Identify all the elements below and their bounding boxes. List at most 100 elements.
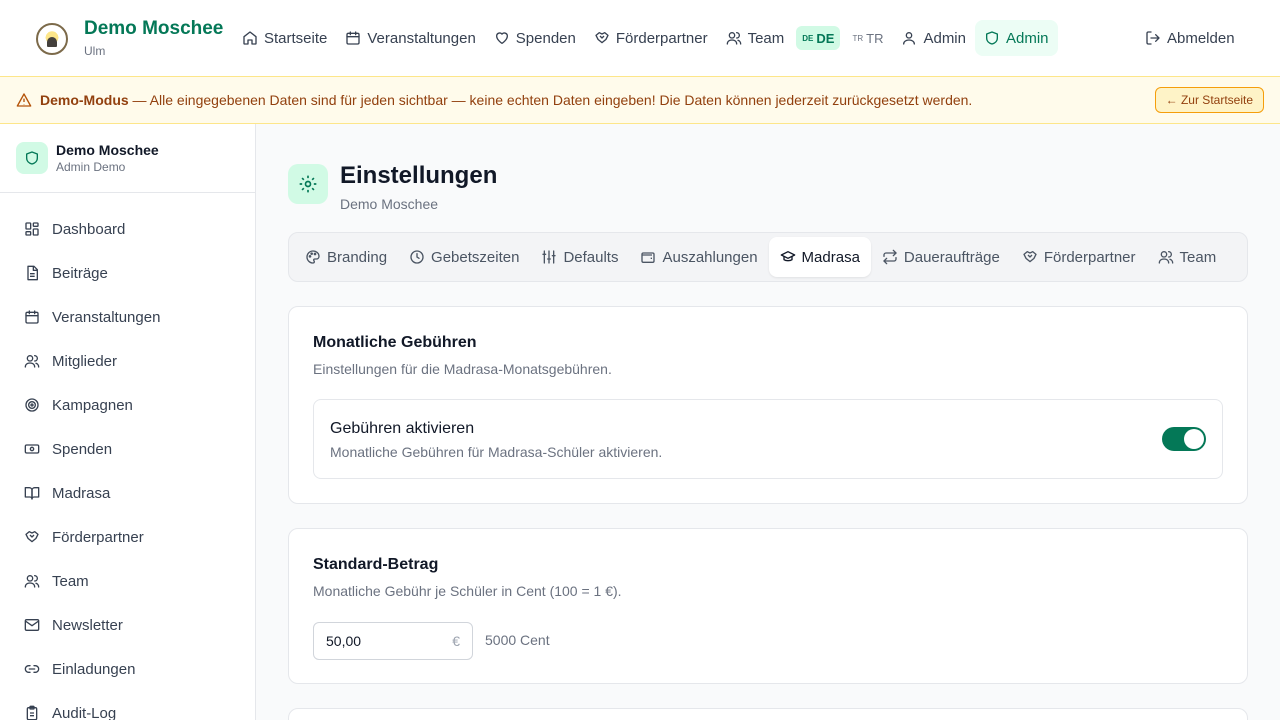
tab-label: Defaults [563, 248, 619, 266]
brand-subtitle: Ulm [84, 44, 106, 58]
sidebar-item-label: Spenden [52, 440, 113, 458]
nav-item-label: Team [747, 29, 785, 47]
nav-item-label: Förderpartner [615, 29, 708, 47]
nav-item-label: Spenden [515, 29, 576, 47]
sidebar-subtitle: Admin Demo [56, 160, 126, 174]
nav-item-startseite[interactable]: Startseite [233, 20, 336, 56]
brand-title: Demo Moschee [84, 18, 224, 39]
nav-item-veranstaltungen[interactable]: Veranstaltungen [336, 20, 484, 56]
sidebar-item-label: Einladungen [52, 660, 136, 678]
demo-banner-label: Demo-Modus [40, 92, 129, 108]
tab-label: Daueraufträge [903, 248, 1000, 266]
nav-item-spenden[interactable]: Spenden [485, 20, 585, 56]
tab-label: Gebetszeiten [431, 248, 520, 266]
handshake-icon [25, 531, 39, 543]
sidebar-title: Demo Moschee [56, 142, 159, 158]
language-de-button[interactable]: DE DE [796, 26, 841, 50]
card-description: Einstellungen für die Madrasa-Monatsgebü… [313, 361, 612, 377]
flag-tr: TR [852, 33, 864, 43]
admin-sidebar: Demo Moschee Admin Demo Dashboard Beiträ… [0, 124, 256, 720]
wallet-icon [641, 252, 656, 263]
demo-banner-text: — Alle eingegebenen Daten sind für jeden… [128, 92, 973, 108]
card-description: Monatliche Gebühr je Schüler in Cent (10… [313, 583, 622, 599]
sidebar-item-kampagnen[interactable]: Kampagnen [0, 383, 255, 427]
top-navigation: Demo Moschee Ulm Startseite Veranstaltun… [0, 0, 1280, 76]
nav-links: Startseite Veranstaltungen Spenden Förde… [233, 20, 1058, 56]
fees-toggle-row: Gebühren aktivieren Monatliche Gebühren … [313, 399, 1223, 479]
tab-foerderpartner[interactable]: Förderpartner [1011, 237, 1147, 277]
sidebar-item-team[interactable]: Team [0, 559, 255, 603]
sidebar-item-label: Kampagnen [52, 396, 133, 414]
users-icon [1158, 251, 1173, 264]
clipboard-icon [26, 705, 38, 720]
nav-item-team[interactable]: Team [717, 20, 794, 56]
fees-enabled-toggle[interactable] [1162, 427, 1206, 451]
page-header: Einstellungen Demo Moschee [288, 162, 497, 212]
sidebar-item-label: Newsletter [52, 616, 123, 634]
sidebar-item-label: Dashboard [52, 220, 126, 238]
sidebar-item-label: Team [52, 572, 89, 590]
tab-defaults[interactable]: Defaults [530, 237, 629, 277]
users-icon [24, 575, 40, 588]
sidebar-item-veranstaltungen[interactable]: Veranstaltungen [0, 295, 255, 339]
toggle-title: Gebühren aktivieren [330, 420, 475, 437]
page-subtitle: Demo Moschee [340, 196, 439, 212]
brand[interactable]: Demo Moschee Ulm [36, 18, 223, 59]
tab-branding[interactable]: Branding [294, 237, 398, 277]
nav-item-admin[interactable]: Admin [975, 20, 1058, 56]
nav-item-foerderpartner[interactable]: Förderpartner [585, 20, 717, 56]
tab-dauerauftraege[interactable]: Daueraufträge [871, 237, 1011, 277]
tab-team[interactable]: Team [1147, 237, 1228, 277]
tab-madrasa[interactable]: Madrasa [768, 237, 871, 277]
tab-label: Auszahlungen [662, 248, 758, 266]
logout-icon [1146, 31, 1160, 45]
nav-item-label: Veranstaltungen [367, 29, 476, 47]
tab-gebetszeiten[interactable]: Gebetszeiten [398, 237, 530, 277]
toggle-knob [1184, 429, 1204, 449]
nav-item-user[interactable]: Admin [892, 20, 975, 56]
next-settings-card [288, 708, 1248, 720]
heart-icon [495, 32, 508, 44]
tab-label: Förderpartner [1043, 248, 1136, 266]
sidebar-item-label: Mitglieder [52, 352, 118, 370]
logout-button[interactable]: Abmelden [1136, 20, 1244, 56]
monthly-fees-card: Monatliche Gebühren Einstellungen für di… [288, 306, 1248, 504]
amount-input[interactable]: 50,00 € [313, 622, 473, 660]
tab-label: Team [1179, 248, 1217, 266]
handshake-icon [595, 31, 609, 44]
sidebar-item-audit-log[interactable]: Audit-Log [0, 691, 255, 720]
amount-cents: 5000 Cent [485, 632, 550, 648]
sliders-icon [542, 250, 557, 264]
sidebar-item-foerderpartner[interactable]: Förderpartner [0, 515, 255, 559]
home-icon [243, 31, 257, 45]
dashboard-icon [25, 222, 39, 236]
standard-amount-card: Standard-Betrag Monatliche Gebühr je Sch… [288, 528, 1248, 684]
language-de-label: DE [816, 30, 835, 46]
shield-icon [986, 31, 998, 45]
sidebar-shield-badge [16, 142, 48, 174]
clock-icon [410, 250, 424, 264]
language-tr-button[interactable]: TR TR [846, 26, 889, 50]
tab-auszahlungen[interactable]: Auszahlungen [629, 237, 768, 277]
nav-item-label: Startseite [264, 29, 328, 47]
sidebar-item-label: Förderpartner [52, 528, 144, 546]
sidebar-item-mitglieder[interactable]: Mitglieder [0, 339, 255, 383]
sidebar-item-beitraege[interactable]: Beiträge [0, 251, 255, 295]
sidebar-item-dashboard[interactable]: Dashboard [0, 207, 255, 251]
settings-tabs: Branding Gebetszeiten Defaults Auszahlun… [288, 232, 1248, 282]
mail-icon [24, 619, 40, 631]
sidebar-item-madrasa[interactable]: Madrasa [0, 471, 255, 515]
tab-label: Branding [327, 248, 388, 266]
back-to-home-button[interactable]: ← Zur Startseite [1154, 87, 1264, 113]
calendar-icon [346, 31, 361, 45]
sidebar-item-newsletter[interactable]: Newsletter [0, 603, 255, 647]
sidebar-item-label: Madrasa [52, 484, 111, 502]
sidebar-item-spenden[interactable]: Spenden [0, 427, 255, 471]
calendar-icon [25, 310, 39, 324]
tab-label: Madrasa [801, 248, 860, 266]
flag-de: DE [802, 33, 814, 43]
users-icon [726, 31, 741, 45]
sidebar-item-label: Audit-Log [52, 704, 117, 720]
shield-icon [26, 151, 38, 165]
sidebar-item-einladungen[interactable]: Einladungen [0, 647, 255, 691]
